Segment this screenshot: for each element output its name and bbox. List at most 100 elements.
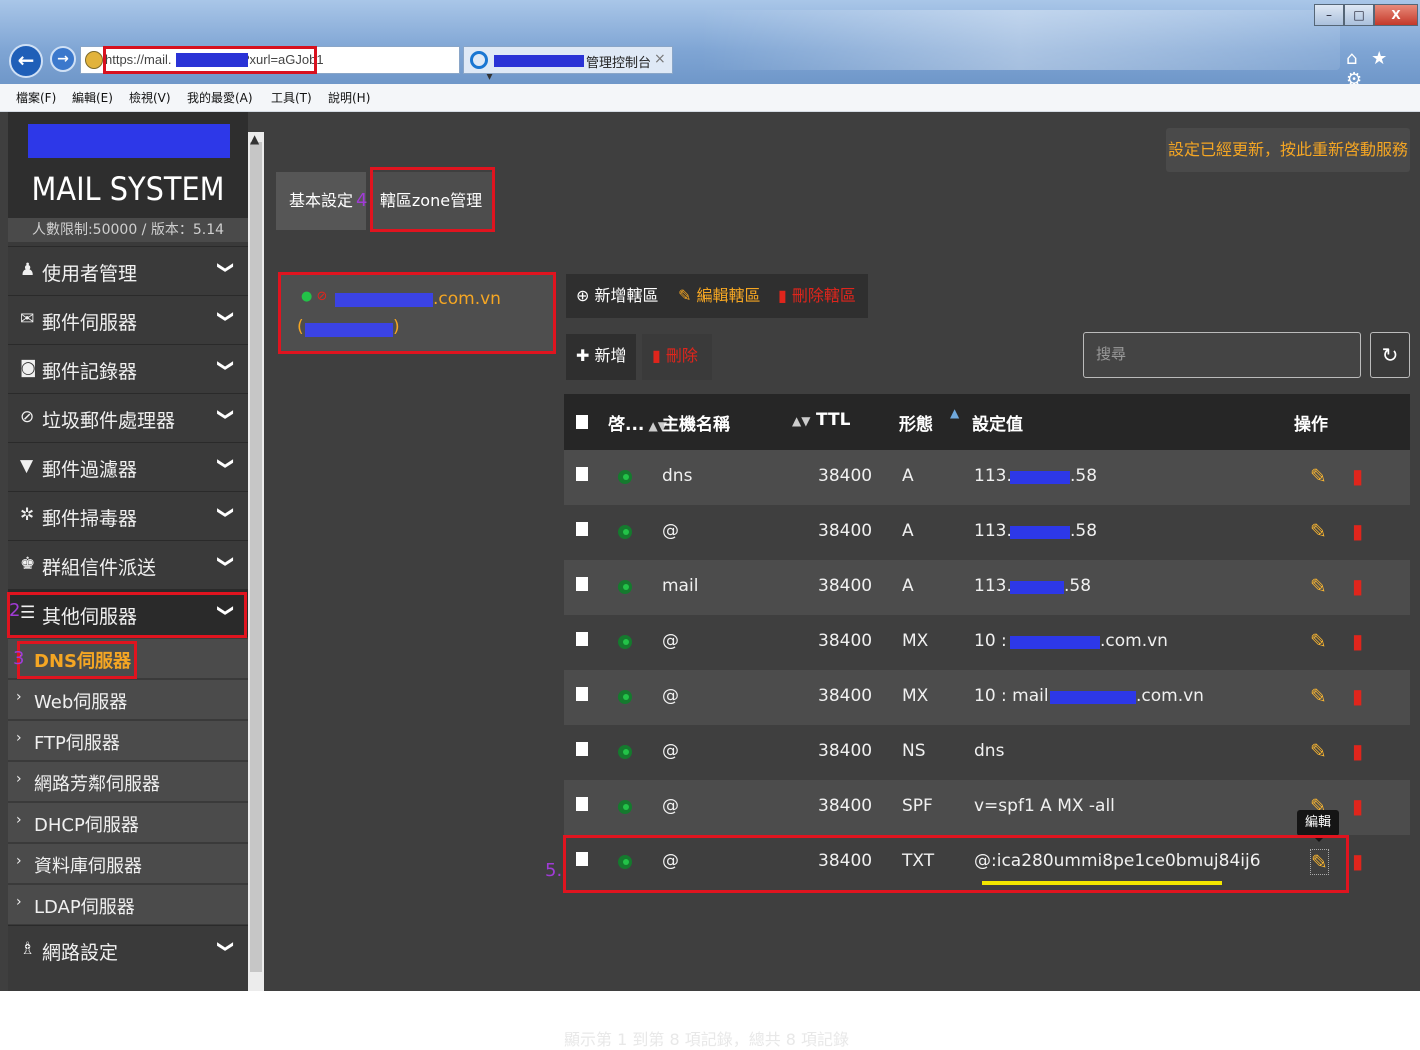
header-enable-label: 啓... <box>608 415 645 435</box>
edit-pencil-icon[interactable]: ✎ <box>1310 464 1327 488</box>
header-enable[interactable]: 啓... ▲▼ <box>608 410 667 435</box>
table-row[interactable]: dns 38400 A 113. .58 ✎ ▮ <box>564 450 1410 505</box>
table-row[interactable]: @ 38400 NS dns ✎ ▮ <box>564 725 1410 780</box>
scrollbar-thumb[interactable] <box>250 142 262 972</box>
sidebar-item-antivirus[interactable]: ✲ 郵件掃毒器 ❯ <box>8 491 248 539</box>
sidebar-item-spam[interactable]: ⊘ 垃圾郵件處理器 ❯ <box>8 393 248 441</box>
sidebar-subitem-dhcp[interactable]: › DHCP伺服器 <box>8 802 248 842</box>
add-record-button[interactable]: ✚ 新增 <box>566 334 636 380</box>
zone-list-item[interactable]: ● ⊘ .com.vn ( ) <box>278 272 556 354</box>
enabled-toggle-icon[interactable] <box>618 635 632 649</box>
sidebar-subitem-web[interactable]: › Web伺服器 <box>8 679 248 719</box>
sidebar-item-group-mail[interactable]: ♚ 群組信件派送 ❯ <box>8 540 248 588</box>
delete-trash-icon[interactable]: ▮ <box>1352 464 1363 488</box>
sidebar-subitem-label: Web伺服器 <box>34 692 128 713</box>
row-checkbox[interactable] <box>576 522 588 536</box>
delete-trash-icon[interactable]: ▮ <box>1352 519 1363 543</box>
menu-tools[interactable]: 工具(T) <box>271 89 312 106</box>
annotation-box-txt-row <box>563 835 1349 893</box>
select-all-checkbox[interactable] <box>576 415 588 429</box>
sidebar-item-label: 郵件掃毒器 <box>42 508 138 530</box>
sidebar-item-network[interactable]: ♗ 網路設定 ❯ <box>8 925 248 973</box>
back-button[interactable]: ← <box>9 44 43 78</box>
row-checkbox[interactable] <box>576 632 588 646</box>
row-checkbox[interactable] <box>576 577 588 591</box>
edit-pencil-icon[interactable]: ✎ <box>1310 684 1327 708</box>
enabled-toggle-icon[interactable] <box>618 525 632 539</box>
chevron-right-icon: › <box>16 730 22 746</box>
cell-type: NS <box>902 741 926 761</box>
close-window-button[interactable]: X <box>1374 4 1418 26</box>
table-row[interactable]: @ 38400 MX 10 : .com.vn ✎ ▮ <box>564 615 1410 670</box>
sidebar-subitem-ftp[interactable]: › FTP伺服器 <box>8 720 248 760</box>
delete-zone-button[interactable]: ▮ 刪除轄區 <box>768 274 868 318</box>
header-type[interactable]: 形態 <box>899 410 933 435</box>
enabled-toggle-icon[interactable] <box>618 690 632 704</box>
delete-trash-icon[interactable]: ▮ <box>1352 849 1363 873</box>
menu-edit[interactable]: 編輯(E) <box>72 89 113 106</box>
sidebar-scrollbar[interactable] <box>248 132 264 991</box>
delete-trash-icon[interactable]: ▮ <box>1352 684 1363 708</box>
sidebar-subitem-ldap[interactable]: › LDAP伺服器 <box>8 884 248 924</box>
sidebar-item-label: 郵件伺服器 <box>42 312 138 334</box>
sidebar-item-mail-logger[interactable]: ◙ 郵件記錄器 ❯ <box>8 344 248 392</box>
zone-domain: .com.vn <box>433 289 501 309</box>
scroll-up-icon[interactable]: ▲ <box>250 132 259 146</box>
sidebar-item-users[interactable]: ♟ 使用者管理 ❯ <box>8 246 248 294</box>
envelope-icon: ✉ <box>20 309 35 329</box>
row-checkbox[interactable] <box>576 797 588 811</box>
browser-tab[interactable]: 管理控制台 × <box>463 46 673 74</box>
table-row[interactable]: @ 38400 SPF v=spf1 A MX -all ✎ ▮ <box>564 780 1410 835</box>
tab-close-icon[interactable]: × <box>654 51 666 67</box>
step-number: 3 <box>13 648 25 669</box>
delete-trash-icon[interactable]: ▮ <box>1352 574 1363 598</box>
table-row[interactable]: @ 38400 A 113. .58 ✎ ▮ <box>564 505 1410 560</box>
enabled-toggle-icon[interactable] <box>618 800 632 814</box>
table-row[interactable]: mail 38400 A 113. .58 ✎ ▮ <box>564 560 1410 615</box>
redaction-mask <box>1010 526 1070 539</box>
menu-favorites[interactable]: 我的最愛(A) <box>187 89 253 106</box>
sidebar: MAIL SYSTEM 人數限制:50000 / 版本：5.14 ♟ 使用者管理… <box>8 112 248 991</box>
restart-service-notice[interactable]: 設定已經更新，按此重新啓動服務 <box>1166 128 1410 172</box>
add-zone-button[interactable]: ⊕ 新增轄區 <box>566 274 668 318</box>
edit-pencil-icon[interactable]: ✎ <box>1310 629 1327 653</box>
sidebar-item-mail-server[interactable]: ✉ 郵件伺服器 ❯ <box>8 295 248 343</box>
enabled-toggle-icon[interactable] <box>618 470 632 484</box>
cell-value: 113. <box>974 521 1012 541</box>
sidebar-subitem-samba[interactable]: › 網路芳鄰伺服器 <box>8 761 248 801</box>
chevron-down-icon: ❯ <box>217 260 237 275</box>
header-value[interactable]: 設定值 <box>972 410 1023 435</box>
edit-zone-button[interactable]: ✎ 編輯轄區 <box>668 274 768 318</box>
delete-trash-icon[interactable]: ▮ <box>1352 629 1363 653</box>
enabled-toggle-icon[interactable] <box>618 580 632 594</box>
forward-button[interactable]: → <box>50 46 76 72</box>
sidebar-subitem-database[interactable]: › 資料庫伺服器 <box>8 843 248 883</box>
tab-basic-settings[interactable]: 基本設定 <box>276 172 366 230</box>
row-checkbox[interactable] <box>576 742 588 756</box>
tab-title: 管理控制台 <box>586 56 652 71</box>
refresh-button[interactable]: ↻ <box>1370 332 1410 378</box>
header-ttl[interactable]: TTL <box>816 410 850 430</box>
edit-pencil-icon[interactable]: ✎ <box>1310 574 1327 598</box>
minimize-button[interactable]: – <box>1314 4 1344 26</box>
redaction-mask <box>494 55 584 67</box>
table-row[interactable]: @ 38400 MX 10 : mail. .com.vn ✎ ▮ <box>564 670 1410 725</box>
maximize-button[interactable]: □ <box>1344 4 1374 26</box>
window-controls: – □ X <box>1314 4 1418 28</box>
menu-view[interactable]: 檢視(V) <box>129 89 171 106</box>
edit-pencil-icon[interactable]: ✎ <box>1310 519 1327 543</box>
menu-help[interactable]: 說明(H) <box>328 89 370 106</box>
header-host[interactable]: 主機名稱 <box>662 410 730 435</box>
sidebar-item-mail-filter[interactable]: ▼ 郵件過濾器 ❯ <box>8 442 248 490</box>
edit-pencil-icon[interactable]: ✎ <box>1310 739 1327 763</box>
delete-trash-icon[interactable]: ▮ <box>1352 794 1363 818</box>
redaction-mask <box>1010 581 1064 594</box>
row-checkbox[interactable] <box>576 467 588 481</box>
row-checkbox[interactable] <box>576 687 588 701</box>
menu-file[interactable]: 檔案(F) <box>16 89 56 106</box>
pencil-icon: ✎ <box>678 286 692 305</box>
delete-trash-icon[interactable]: ▮ <box>1352 739 1363 763</box>
enabled-toggle-icon[interactable] <box>618 745 632 759</box>
search-input[interactable]: 搜尋 <box>1083 332 1361 378</box>
delete-record-button[interactable]: ▮ 刪除 <box>642 334 712 380</box>
